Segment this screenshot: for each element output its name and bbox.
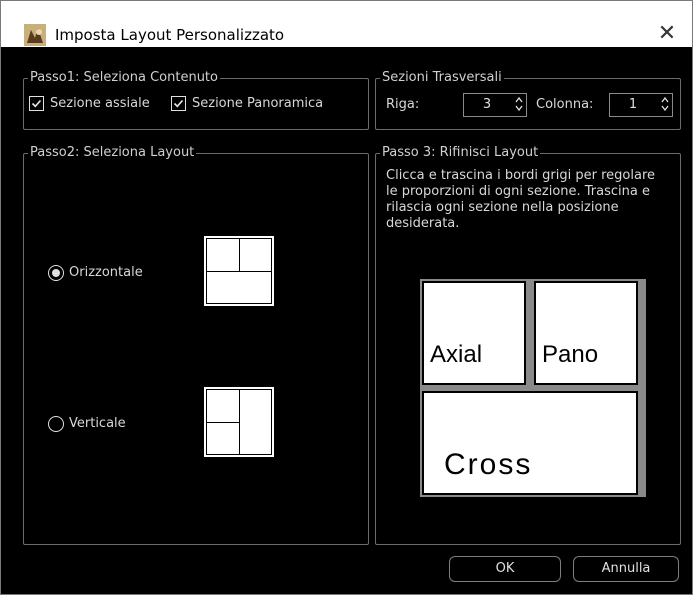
title-bar: Imposta Layout Personalizzato ✕	[1, 1, 692, 47]
pano-pane-label: Pano	[542, 341, 599, 368]
cross-pane[interactable]: Cross	[422, 391, 638, 495]
thumb-cell	[206, 271, 272, 304]
spin-arrows-icon[interactable]	[660, 95, 670, 113]
step1-legend: Passo1: Seleziona Contenuto	[28, 70, 220, 86]
vertical-radio[interactable]	[48, 416, 64, 432]
cancel-button[interactable]: Annulla	[573, 556, 679, 582]
instructions-line-3: rilascia ogni sezione nella posizione	[386, 200, 619, 215]
instructions-line-4: desiderata.	[386, 216, 460, 231]
instructions-line-2: le proporzioni di ogni sezione. Trascina…	[386, 184, 650, 199]
thumb-cell	[239, 389, 272, 455]
layout-preview[interactable]: Axial Pano Cross	[420, 279, 646, 497]
close-icon[interactable]: ✕	[652, 19, 682, 49]
cross-sections-group: Sezioni Trasversali Riga: 3 Colonna: 1	[375, 70, 681, 130]
row-spinbox[interactable]: 3	[463, 93, 527, 117]
axial-pane-label: Axial	[430, 341, 483, 368]
radio-selected-dot	[52, 269, 60, 277]
horizontal-radio[interactable]	[48, 265, 64, 281]
dialog-window: Imposta Layout Personalizzato ✕ Passo1: …	[0, 0, 693, 595]
dialog-content: Passo1: Seleziona Contenuto Sezione assi…	[13, 58, 685, 594]
axial-checkbox[interactable]	[29, 96, 44, 111]
horizontal-label[interactable]: Orizzontale	[69, 265, 143, 281]
step3-legend: Passo 3: Rifinisci Layout	[380, 145, 541, 161]
step2-group: Passo2: Seleziona Layout Orizzontale Ver…	[23, 145, 369, 545]
thumb-cell	[206, 422, 240, 455]
ok-button[interactable]: OK	[449, 556, 561, 582]
row-label: Riga:	[386, 97, 420, 112]
axial-pane[interactable]: Axial	[422, 281, 526, 385]
vertical-layout-thumbnail[interactable]	[204, 387, 274, 457]
row-value: 3	[482, 97, 492, 112]
pano-pane[interactable]: Pano	[534, 281, 638, 385]
panoramic-checkbox[interactable]	[171, 96, 186, 111]
step1-group: Passo1: Seleziona Contenuto Sezione assi…	[23, 70, 369, 130]
thumb-cell	[206, 238, 240, 272]
step2-legend: Passo2: Seleziona Layout	[28, 145, 197, 161]
column-value: 1	[628, 97, 638, 112]
column-label: Colonna:	[536, 97, 594, 112]
thumb-cell	[239, 238, 272, 272]
instructions-line-1: Clicca e trascina i bordi grigi per rego…	[386, 168, 655, 183]
axial-label: Sezione assiale	[50, 96, 150, 111]
thumb-cell	[206, 389, 240, 423]
window-title: Imposta Layout Personalizzato	[55, 26, 285, 44]
horizontal-layout-thumbnail[interactable]	[204, 236, 274, 306]
cross-pane-label: Cross	[444, 448, 533, 481]
panoramic-label: Sezione Panoramica	[192, 96, 324, 111]
spin-arrows-icon[interactable]	[514, 95, 524, 113]
vertical-label[interactable]: Verticale	[69, 416, 126, 432]
app-icon	[24, 24, 46, 46]
cross-sections-legend: Sezioni Trasversali	[380, 70, 504, 86]
step3-group: Passo 3: Rifinisci Layout Clicca e trasc…	[375, 145, 681, 545]
column-spinbox[interactable]: 1	[609, 93, 673, 117]
